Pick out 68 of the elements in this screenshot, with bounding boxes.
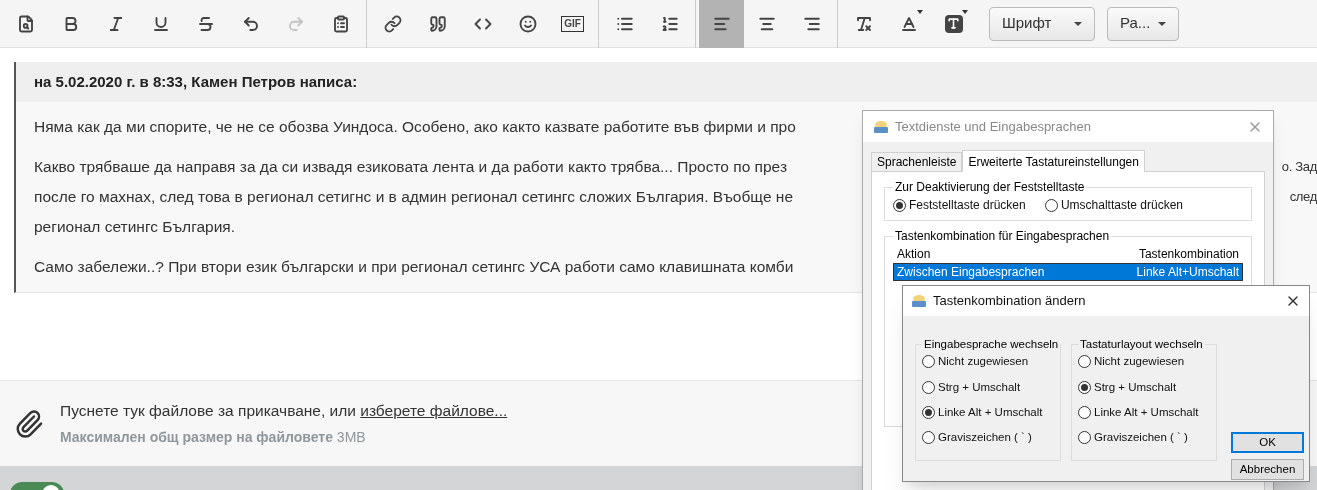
numbered-list-icon [660, 14, 679, 33]
dialog-tab[interactable]: Erweiterte Tastatureinstellungen [962, 150, 1145, 172]
radio-label: Strg + Umschalt [938, 379, 1021, 395]
column-header: Aktion [897, 246, 931, 263]
radio-button[interactable] [1044, 198, 1058, 212]
background-color-icon [944, 14, 963, 33]
attachment-prompt: Пуснете тук файлове за прикачване, или изберете файлове... [60, 401, 508, 422]
radio-label: Feststelltaste drücken [909, 197, 1026, 214]
radio-button[interactable] [922, 405, 935, 419]
align-left-button[interactable] [699, 0, 744, 48]
strikethrough-icon [196, 14, 215, 33]
dialog-button[interactable]: Abbrechen [1231, 459, 1304, 480]
dialog-tab[interactable]: Sprachenleiste [871, 152, 963, 171]
underline-icon [151, 14, 170, 33]
keyboard-globe-icon [911, 293, 927, 309]
link-icon [383, 14, 402, 33]
group-title: Tastaturlayout wechseln [1079, 337, 1204, 352]
size-limit-text: Максимален общ размер на файловете 3MB [60, 427, 367, 447]
quote-text-line: о. Зад [1281, 158, 1317, 177]
radio-button[interactable] [922, 380, 935, 394]
caret-icon [1158, 21, 1166, 26]
radio-label: Nicht zugewiesen [1094, 354, 1185, 370]
quote-text-line: Няма как да ми спорите, че не се обозва Уиндоса. Особено, ако както казвате работите във фирми и про [34, 117, 796, 138]
keyboard-globe-icon [873, 118, 889, 135]
paperclip-icon [14, 408, 44, 439]
radio-label: Graviszeichen ( ` ) [938, 430, 1032, 445]
quote-header: на 5.02.2020 г. в 8:33, Камен Петров написа: [16, 62, 1317, 102]
clipboard-icon [331, 14, 350, 33]
font-dropdown[interactable]: Шрифт [989, 6, 1095, 41]
redo-icon [286, 14, 305, 33]
group-title: Tastenkombination für Eingabesprachen [894, 228, 1111, 245]
radio-button[interactable] [893, 198, 906, 212]
quote-text-line: Какво трябваше да направя за да си извадя езиковата лента и да работи както трябва... Просто по през [34, 157, 787, 178]
quote-icon [428, 14, 447, 33]
quote-text-line: после го махнах, след това в регионал сетигнс и в админ регионал сетингс сложих България. Въобще не [34, 187, 794, 208]
quote-text-line: Само забележи..? При втори език български и при регионал сетингс УСА работи само клавишната комби [34, 257, 794, 278]
radio-label: Strg + Umschalt [1094, 379, 1177, 395]
gif-button[interactable]: GIF [550, 0, 595, 48]
group-title: Zur Deaktivierung der Feststelltaste [894, 179, 1086, 196]
column-header: Tastenkombination [1138, 246, 1239, 263]
radio-button[interactable] [1078, 431, 1091, 445]
radio-button[interactable] [922, 431, 935, 445]
radio-label: Linke Alt + Umschalt [1094, 404, 1199, 420]
radio-button[interactable] [1078, 355, 1091, 369]
radio-label: Linke Alt + Umschalt [938, 404, 1043, 420]
clear-format-icon [854, 14, 873, 33]
dialog-button[interactable]: OK [1231, 432, 1304, 453]
radio-label: Nicht zugewiesen [938, 354, 1029, 370]
text-color-icon [899, 14, 918, 33]
radio-label: Graviszeichen ( ` ) [1094, 430, 1188, 445]
undo-icon [241, 14, 260, 33]
radio-button[interactable] [922, 355, 935, 369]
radio-label: Umschalttaste drücken [1060, 197, 1183, 214]
group-title: Eingabesprache wechseln [923, 337, 1060, 352]
caret-icon [962, 9, 968, 14]
radio-button[interactable] [1078, 405, 1091, 419]
smiley-icon [518, 14, 537, 33]
list-row[interactable]: Zwischen Eingabesprachen Linke Alt+Umschalt [893, 263, 1243, 281]
caret-icon [917, 9, 923, 14]
window-title: Tastenkombination ändern [933, 292, 1086, 311]
preview-icon [16, 14, 35, 33]
quote-text-line: след [1289, 188, 1317, 207]
caret-icon [1074, 21, 1082, 26]
window-title: Textdienste und Eingabesprachen [895, 117, 1091, 136]
quote-text-line: регионал сетингс България. [34, 217, 236, 238]
radio-button[interactable] [1078, 380, 1091, 394]
font-dropdown[interactable]: Ра... [1107, 6, 1179, 41]
choose-files-link[interactable]: изберете файлове... [360, 402, 508, 420]
